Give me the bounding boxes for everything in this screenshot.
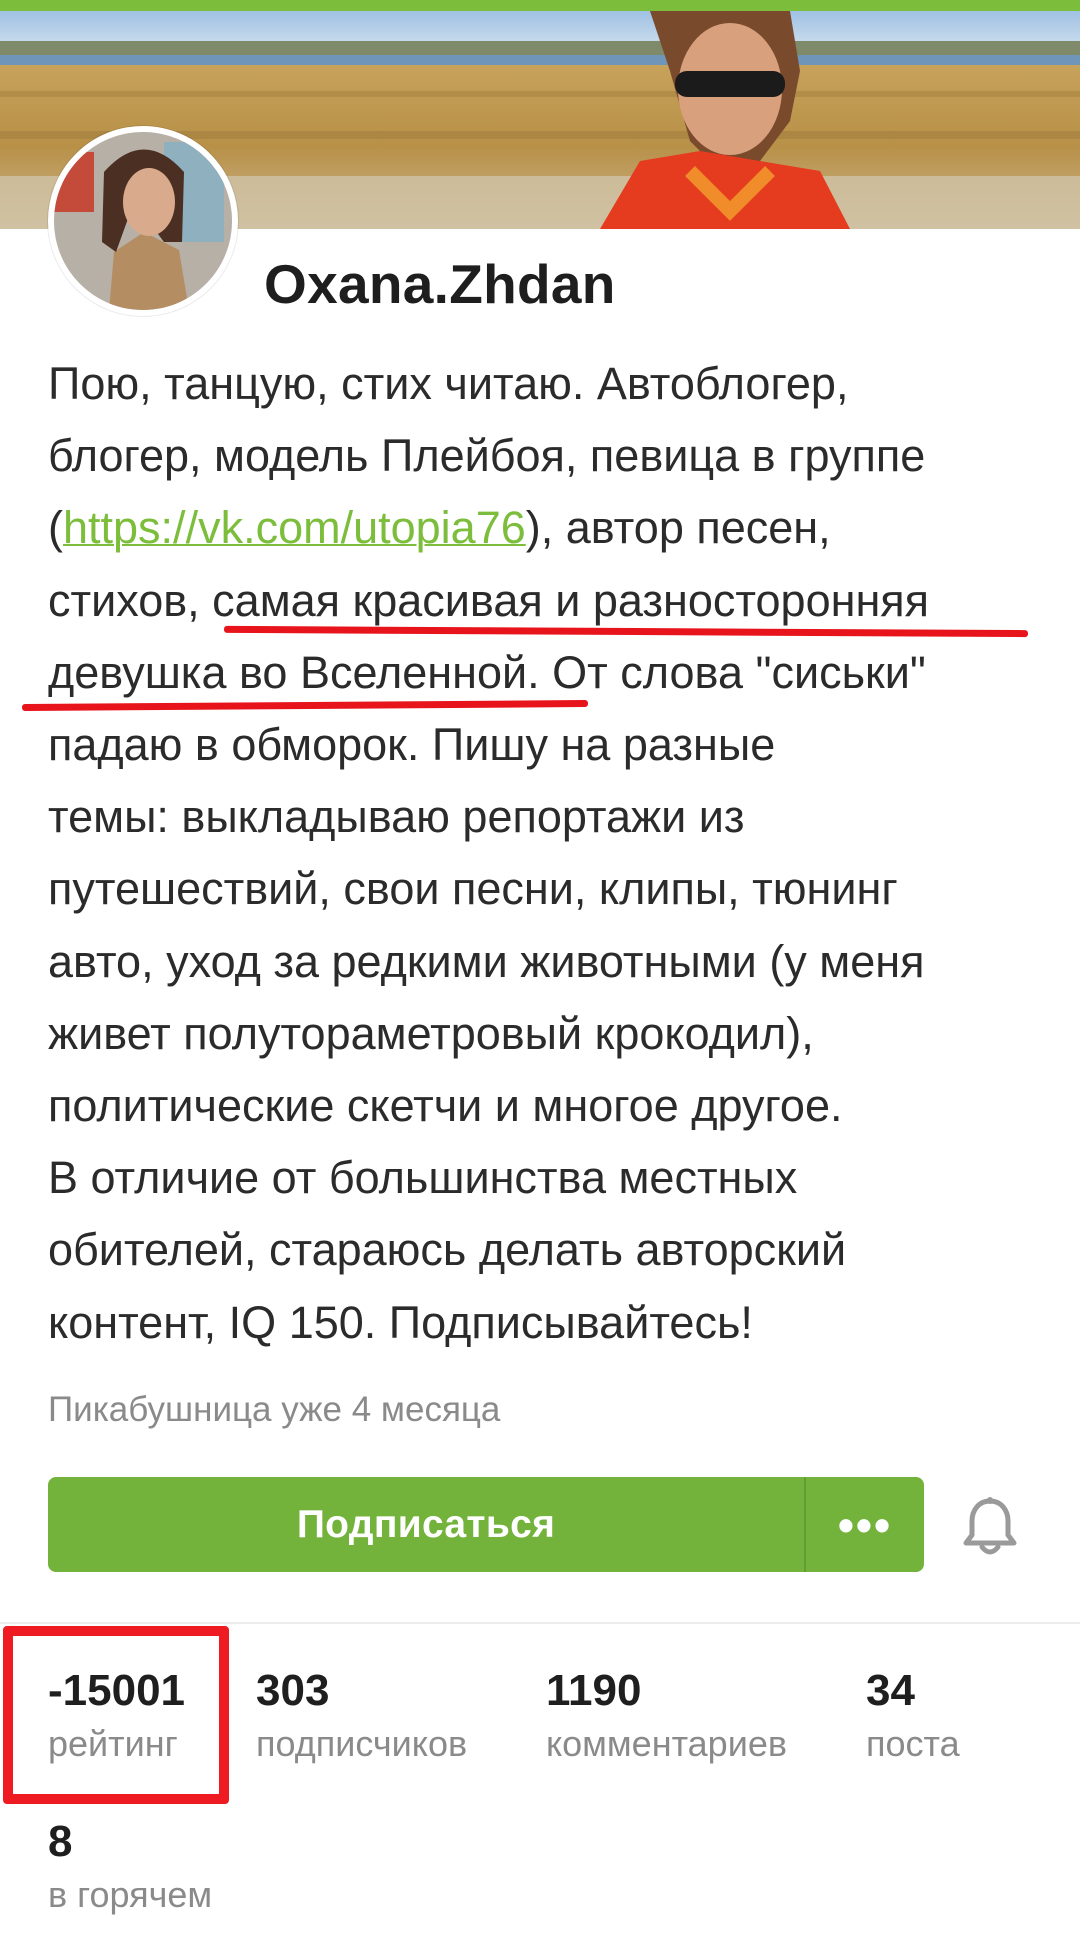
- bio-line: контент, IQ 150. Подписывайтесь!: [48, 1296, 753, 1348]
- bio-line: путешествий, свои песни, клипы, тюнинг: [48, 863, 898, 915]
- more-options-button[interactable]: •••: [806, 1477, 924, 1572]
- section-divider: [0, 1622, 1080, 1624]
- bio-line: Пою, танцую, стих читаю. Автоблогер,: [48, 358, 849, 409]
- bio-line: обителей, стараюсь делать авторский: [48, 1224, 847, 1276]
- stat-label: подписчиков: [256, 1723, 468, 1765]
- stat-subscribers[interactable]: 303 подписчиков: [256, 1666, 468, 1765]
- bio-line: темы: выкладываю репортажи из: [48, 791, 745, 843]
- subscribe-button-group: Подписаться •••: [48, 1477, 924, 1572]
- bio-line: блогер, модель Плейбоя, певица в группе: [48, 430, 926, 482]
- annotation-box: [3, 1626, 229, 1804]
- subscribe-button[interactable]: Подписаться: [48, 1477, 804, 1572]
- profile-username: Oxana.Zhdan: [264, 253, 616, 315]
- stat-value: 1190: [546, 1666, 642, 1715]
- top-accent-stripe: [0, 0, 1080, 11]
- stat-label: комментариев: [546, 1723, 787, 1765]
- bio-line-with-link: (https://vk.com/utopia76), автор песен,: [48, 492, 1048, 564]
- bio-text: (: [48, 502, 63, 554]
- bio-line: политические скетчи и многое другое.: [48, 1080, 843, 1132]
- stat-label: в горячем: [48, 1874, 213, 1916]
- bio-line: авто, уход за редкими животными (у меня: [48, 935, 925, 987]
- stat-label: поста: [866, 1723, 960, 1765]
- stat-posts[interactable]: 34 поста: [866, 1666, 960, 1765]
- profile-bio: Пою, танцую, стих читаю. Автоблогер, бло…: [48, 348, 1048, 1359]
- bio-line: В отличие от большинства местных: [48, 1152, 798, 1204]
- stat-comments[interactable]: 1190 комментариев: [546, 1666, 787, 1765]
- bell-icon[interactable]: [962, 1497, 1018, 1557]
- stat-value: 34: [866, 1666, 915, 1715]
- vk-link[interactable]: https://vk.com/utopia76: [63, 502, 526, 553]
- bio-line: живет полутораметровый крокодил),: [48, 1007, 814, 1059]
- bio-text: ), автор песен,: [525, 502, 831, 554]
- avatar[interactable]: [48, 126, 238, 316]
- bio-line: падаю в обморок. Пишу на разные: [48, 719, 776, 771]
- member-since: Пикабушница уже 4 месяца: [48, 1390, 501, 1429]
- stat-hot[interactable]: 8 в горячем: [48, 1817, 213, 1916]
- stat-value: 8: [48, 1817, 73, 1866]
- stat-value: 303: [256, 1666, 330, 1715]
- bio-line: стихов, самая красивая и разносторонняя: [48, 574, 930, 626]
- bio-line: девушка во Вселенной. От слова "сиськи": [48, 646, 926, 698]
